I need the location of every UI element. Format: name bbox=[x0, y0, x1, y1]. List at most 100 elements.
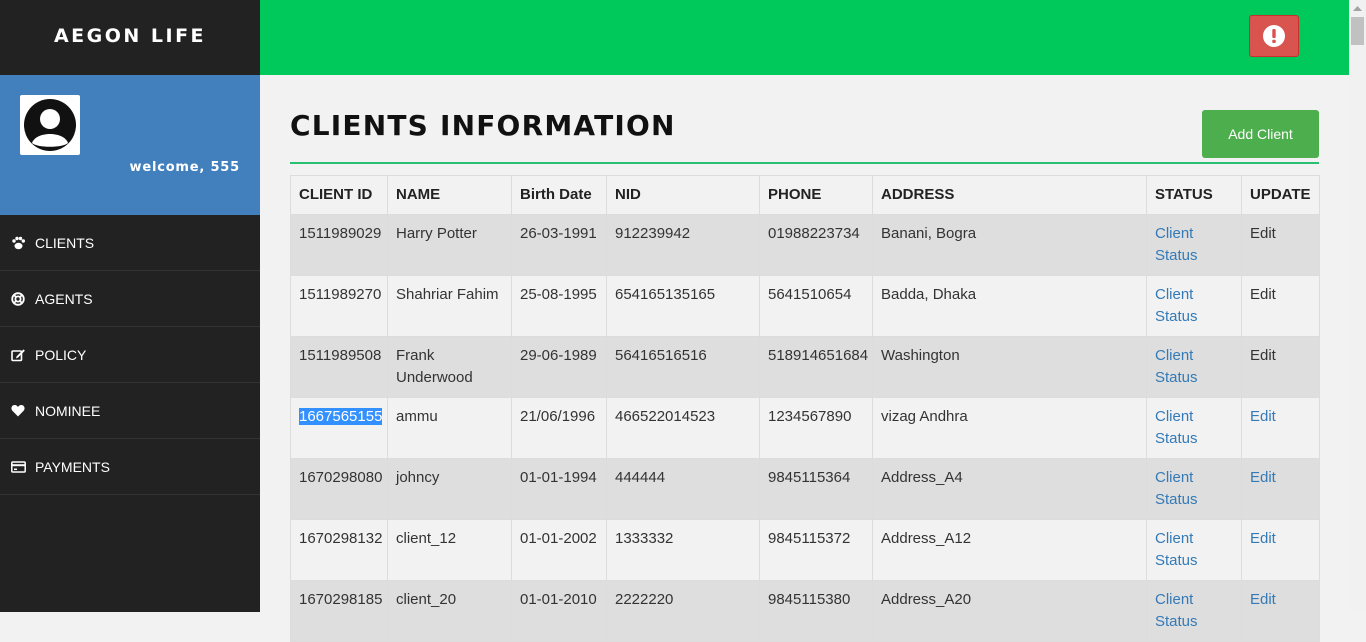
scroll-up-arrow-icon[interactable] bbox=[1349, 0, 1366, 17]
edit-link[interactable]: Edit bbox=[1250, 286, 1276, 303]
paw-icon bbox=[10, 235, 26, 251]
brand-logo[interactable]: AEGON LIFE bbox=[0, 0, 260, 75]
cell-client-id: 1511989029 bbox=[290, 214, 388, 276]
cell-status: Client Status bbox=[1146, 214, 1242, 276]
column-header-address: ADDRESS bbox=[872, 175, 1147, 215]
cell-address: Address_A4 bbox=[872, 458, 1147, 520]
avatar[interactable] bbox=[20, 95, 80, 155]
cell-nid: 56416516516 bbox=[606, 336, 760, 398]
cell-birth-date: 26-03-1991 bbox=[511, 214, 607, 276]
sidebar-item-nominee[interactable]: NOMINEE bbox=[0, 383, 260, 439]
heart-icon bbox=[10, 403, 26, 419]
add-client-button[interactable]: Add Client bbox=[1202, 110, 1319, 158]
alert-button[interactable] bbox=[1249, 15, 1299, 57]
cell-phone: 5641510654 bbox=[759, 275, 873, 337]
cell-address: Badda, Dhaka bbox=[872, 275, 1147, 337]
sidebar-item-label: POLICY bbox=[35, 346, 87, 363]
edit-icon bbox=[10, 347, 26, 363]
client-status-link[interactable]: Client Status bbox=[1155, 347, 1198, 386]
edit-link[interactable]: Edit bbox=[1250, 530, 1276, 547]
client-status-link[interactable]: Client Status bbox=[1155, 530, 1198, 569]
divider bbox=[290, 162, 1319, 164]
column-header-status: STATUS bbox=[1146, 175, 1242, 215]
cell-name: johncy bbox=[387, 458, 512, 520]
cell-status: Client Status bbox=[1146, 519, 1242, 581]
sidebar-item-payments[interactable]: PAYMENTS bbox=[0, 439, 260, 495]
cell-client-id: 1511989508 bbox=[290, 336, 388, 398]
edit-link[interactable]: Edit bbox=[1250, 408, 1276, 425]
sidebar-item-label: PAYMENTS bbox=[35, 458, 110, 475]
cell-name: Harry Potter bbox=[387, 214, 512, 276]
table-row: 1670298132 client_12 01-01-2002 1333332 … bbox=[290, 519, 1320, 581]
edit-link[interactable]: Edit bbox=[1250, 591, 1276, 608]
clients-table-container: CLIENT ID NAME Birth Date NID PHONE ADDR… bbox=[290, 175, 1320, 642]
cell-birth-date: 25-08-1995 bbox=[511, 275, 607, 337]
edit-link[interactable]: Edit bbox=[1250, 225, 1276, 242]
client-status-link[interactable]: Client Status bbox=[1155, 408, 1198, 447]
cell-phone: 9845115380 bbox=[759, 580, 873, 642]
column-header-nid: NID bbox=[606, 175, 760, 215]
cell-update: Edit bbox=[1241, 580, 1320, 642]
table-row: 1670298185 client_20 01-01-2010 2222220 … bbox=[290, 580, 1320, 642]
sidebar: AEGON LIFE welcome, 555 CLIENTS AGENTS P… bbox=[0, 0, 260, 612]
exclamation-circle-icon bbox=[1263, 25, 1285, 47]
cell-update: Edit bbox=[1241, 519, 1320, 581]
credit-card-icon bbox=[10, 459, 26, 475]
selected-client-id: 1667565155 bbox=[299, 408, 383, 425]
user-avatar-icon bbox=[24, 99, 76, 151]
top-bar bbox=[260, 0, 1349, 75]
column-header-name: NAME bbox=[387, 175, 512, 215]
cell-update: Edit bbox=[1241, 336, 1320, 398]
table-row: 1511989270 Shahriar Fahim 25-08-1995 654… bbox=[290, 275, 1320, 337]
page-scrollbar[interactable] bbox=[1349, 0, 1366, 612]
cell-address: Address_A12 bbox=[872, 519, 1147, 581]
cell-status: Client Status bbox=[1146, 336, 1242, 398]
welcome-text: welcome, 555 bbox=[129, 160, 240, 175]
cell-status: Client Status bbox=[1146, 458, 1242, 520]
table-header-row: CLIENT ID NAME Birth Date NID PHONE ADDR… bbox=[290, 175, 1320, 215]
client-status-link[interactable]: Client Status bbox=[1155, 225, 1198, 264]
cell-client-id: 1670298185 bbox=[290, 580, 388, 642]
client-status-link[interactable]: Client Status bbox=[1155, 591, 1198, 630]
client-status-link[interactable]: Client Status bbox=[1155, 469, 1198, 508]
lifebuoy-icon bbox=[10, 291, 26, 307]
cell-status: Client Status bbox=[1146, 580, 1242, 642]
cell-phone: 1234567890 bbox=[759, 397, 873, 459]
column-header-birth-date: Birth Date bbox=[511, 175, 607, 215]
cell-client-id: 1670298132 bbox=[290, 519, 388, 581]
cell-birth-date: 01-01-1994 bbox=[511, 458, 607, 520]
scroll-thumb[interactable] bbox=[1351, 17, 1364, 45]
cell-address: Address_A20 bbox=[872, 580, 1147, 642]
clients-table: CLIENT ID NAME Birth Date NID PHONE ADDR… bbox=[290, 175, 1320, 642]
cell-client-id: 1511989270 bbox=[290, 275, 388, 337]
cell-name: ammu bbox=[387, 397, 512, 459]
sidebar-item-clients[interactable]: CLIENTS bbox=[0, 215, 260, 271]
cell-phone: 01988223734 bbox=[759, 214, 873, 276]
edit-link[interactable]: Edit bbox=[1250, 347, 1276, 364]
cell-name: Shahriar Fahim bbox=[387, 275, 512, 337]
cell-update: Edit bbox=[1241, 214, 1320, 276]
cell-phone: 9845115364 bbox=[759, 458, 873, 520]
cell-phone: 518914651684 bbox=[759, 336, 873, 398]
table-row: 1667565155 ammu 21/06/1996 466522014523 … bbox=[290, 397, 1320, 459]
table-row: 1511989029 Harry Potter 26-03-1991 91223… bbox=[290, 214, 1320, 276]
page-title: CLIENTS INFORMATION bbox=[290, 109, 676, 142]
cell-update: Edit bbox=[1241, 397, 1320, 459]
cell-birth-date: 21/06/1996 bbox=[511, 397, 607, 459]
sidebar-item-policy[interactable]: POLICY bbox=[0, 327, 260, 383]
cell-nid: 466522014523 bbox=[606, 397, 760, 459]
sidebar-item-agents[interactable]: AGENTS bbox=[0, 271, 260, 327]
cell-address: vizag Andhra bbox=[872, 397, 1147, 459]
cell-address: Washington bbox=[872, 336, 1147, 398]
client-status-link[interactable]: Client Status bbox=[1155, 286, 1198, 325]
sidebar-item-label: NOMINEE bbox=[35, 402, 101, 419]
table-row: 1670298080 johncy 01-01-1994 444444 9845… bbox=[290, 458, 1320, 520]
column-header-client-id: CLIENT ID bbox=[290, 175, 388, 215]
cell-birth-date: 01-01-2002 bbox=[511, 519, 607, 581]
cell-birth-date: 01-01-2010 bbox=[511, 580, 607, 642]
cell-update: Edit bbox=[1241, 275, 1320, 337]
cell-name: client_20 bbox=[387, 580, 512, 642]
edit-link[interactable]: Edit bbox=[1250, 469, 1276, 486]
sidebar-item-label: AGENTS bbox=[35, 290, 93, 307]
cell-client-id: 1667565155 bbox=[290, 397, 388, 459]
